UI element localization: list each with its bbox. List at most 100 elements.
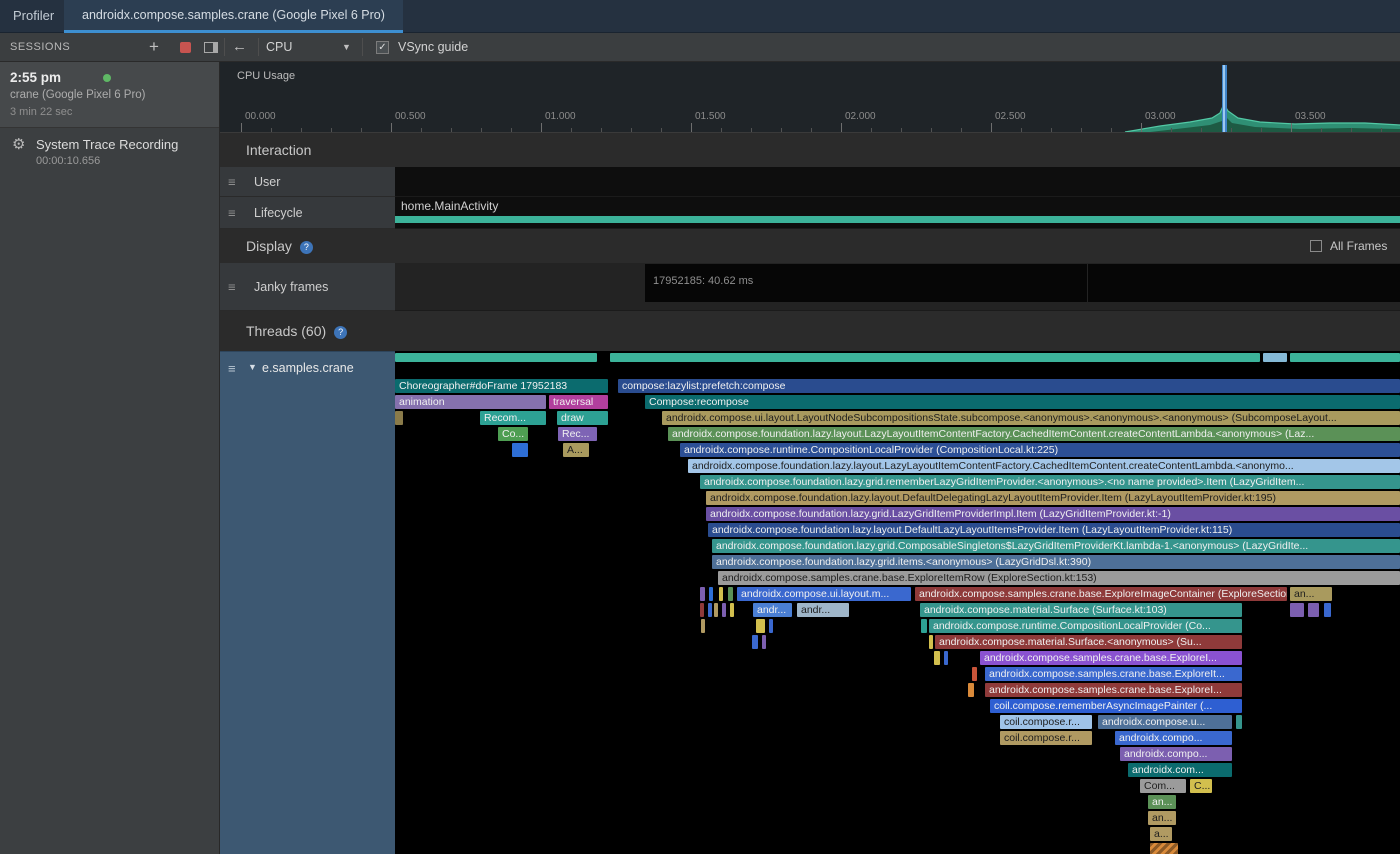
flame-span[interactable]: androidx.com... xyxy=(1128,763,1232,777)
flame-span[interactable]: androidx.compose.foundation.lazy.layout.… xyxy=(708,523,1400,537)
flame-span[interactable] xyxy=(752,635,758,649)
flame-span[interactable]: andr... xyxy=(753,603,792,617)
frame-bar[interactable] xyxy=(1088,264,1400,302)
flame-span[interactable] xyxy=(972,667,977,681)
flame-span[interactable] xyxy=(714,603,718,617)
flame-span[interactable]: an... xyxy=(1290,587,1332,601)
drag-handle-icon[interactable]: ≡ xyxy=(228,279,236,294)
flame-span[interactable] xyxy=(722,603,726,617)
flame-chart[interactable]: Choreographer#doFrame 17952183 compose:la… xyxy=(395,351,1400,854)
flame-span[interactable] xyxy=(395,353,597,362)
janky-frames-track[interactable]: 17952185: 40.62 ms xyxy=(395,263,1400,311)
drag-handle-icon[interactable]: ≡ xyxy=(228,174,236,189)
lifecycle-track-label[interactable]: ≡ Lifecycle xyxy=(220,197,395,229)
flame-span[interactable]: Compose:recompose xyxy=(645,395,1400,409)
lifecycle-track[interactable]: home.MainActivity xyxy=(395,197,1400,229)
flame-span[interactable]: Com... xyxy=(1140,779,1186,793)
flame-span[interactable] xyxy=(728,587,733,601)
stop-recording-icon[interactable] xyxy=(180,42,191,53)
flame-span[interactable]: androidx.compose.material.Surface (Surfa… xyxy=(920,603,1242,617)
flame-span[interactable]: androidx.compose.samples.crane.base.Expl… xyxy=(985,667,1242,681)
flame-span[interactable] xyxy=(1236,715,1242,729)
flame-span[interactable] xyxy=(944,651,948,665)
help-icon[interactable]: ? xyxy=(334,326,347,339)
flame-span[interactable]: coil.compose.r... xyxy=(1000,715,1092,729)
flame-span[interactable]: androidx.compose.foundation.lazy.grid.La… xyxy=(706,507,1400,521)
flame-span[interactable]: androidx.compose.runtime.CompositionLoca… xyxy=(680,443,1400,457)
janky-frames-track-label[interactable]: ≡ Janky frames xyxy=(220,263,395,311)
flame-span[interactable] xyxy=(1290,353,1400,362)
session-card[interactable]: 2:55 pm crane (Google Pixel 6 Pro) 3 min… xyxy=(0,62,219,128)
flame-span[interactable]: coil.compose.r... xyxy=(1000,731,1092,745)
flame-span[interactable] xyxy=(1150,843,1178,854)
add-session-icon[interactable]: + xyxy=(149,33,159,61)
cpu-usage-track[interactable]: CPU Usage 00.00000.50001.00001.50002.000… xyxy=(220,62,1400,133)
flame-span[interactable] xyxy=(769,619,773,633)
flame-span[interactable]: animation xyxy=(395,395,546,409)
flame-span[interactable]: an... xyxy=(1148,811,1176,825)
session-tab[interactable]: androidx.compose.samples.crane (Google P… xyxy=(64,0,403,33)
flame-span[interactable]: androidx.compose.foundation.lazy.grid.it… xyxy=(712,555,1400,569)
flame-span[interactable]: Choreographer#doFrame 17952183 xyxy=(395,379,608,393)
flame-span[interactable]: Recom... xyxy=(480,411,546,425)
flame-span[interactable] xyxy=(700,603,704,617)
flame-span[interactable] xyxy=(610,353,1260,362)
flame-span[interactable] xyxy=(1324,603,1331,617)
flame-span[interactable]: compose:lazylist:prefetch:compose xyxy=(618,379,1400,393)
flame-span[interactable]: androidx.compose.samples.crane.base.Expl… xyxy=(718,571,1400,585)
user-track-label[interactable]: ≡ User xyxy=(220,167,395,197)
flame-span[interactable]: androidx.compo... xyxy=(1120,747,1232,761)
flame-span[interactable] xyxy=(701,619,705,633)
drag-handle-icon[interactable]: ≡ xyxy=(228,361,236,376)
flame-span[interactable] xyxy=(1263,353,1287,362)
collapse-panel-icon[interactable] xyxy=(204,42,218,53)
user-track[interactable] xyxy=(395,167,1400,197)
flame-span[interactable] xyxy=(762,635,766,649)
flame-span[interactable] xyxy=(1290,603,1304,617)
flame-span[interactable]: draw xyxy=(557,411,608,425)
flame-span[interactable]: a... xyxy=(1150,827,1172,841)
flame-span[interactable] xyxy=(921,619,927,633)
flame-span[interactable]: androidx.compose.foundation.lazy.grid.Co… xyxy=(712,539,1400,553)
flame-span[interactable]: androidx.compose.u... xyxy=(1098,715,1232,729)
flame-span[interactable]: androidx.compose.ui.layout.LayoutNodeSub… xyxy=(662,411,1400,425)
flame-span[interactable] xyxy=(708,603,712,617)
flame-span[interactable]: androidx.compose.foundation.lazy.layout.… xyxy=(688,459,1400,473)
flame-span[interactable]: androidx.compose.material.Surface.<anony… xyxy=(935,635,1242,649)
thread-row-crane[interactable]: ≡ ▼ e.samples.crane xyxy=(220,351,395,854)
flame-span[interactable] xyxy=(730,603,734,617)
flame-span[interactable]: an... xyxy=(1148,795,1176,809)
section-threads[interactable]: Threads (60)? xyxy=(220,311,1400,351)
flame-span[interactable] xyxy=(1308,603,1319,617)
flame-span[interactable] xyxy=(719,587,723,601)
back-arrow-icon[interactable]: ← xyxy=(232,33,247,61)
flame-span[interactable]: androidx.compose.ui.layout.m... xyxy=(737,587,911,601)
flame-span[interactable]: androidx.compose.foundation.lazy.layout.… xyxy=(668,427,1400,441)
flame-span[interactable] xyxy=(700,587,705,601)
flame-span[interactable] xyxy=(709,587,713,601)
help-icon[interactable]: ? xyxy=(300,241,313,254)
chevron-down-icon[interactable]: ▼ xyxy=(342,33,351,61)
flame-span[interactable] xyxy=(395,411,403,425)
all-frames-checkbox[interactable] xyxy=(1310,240,1322,252)
recording-item[interactable]: System Trace Recording xyxy=(36,137,178,152)
flame-span[interactable]: andr... xyxy=(797,603,849,617)
flame-span[interactable]: androidx.compo... xyxy=(1115,731,1232,745)
flame-span[interactable]: C... xyxy=(1190,779,1212,793)
flame-span[interactable]: coil.compose.rememberAsyncImagePainter (… xyxy=(990,699,1242,713)
flame-span[interactable]: androidx.compose.foundation.lazy.grid.re… xyxy=(700,475,1400,489)
flame-span[interactable]: androidx.compose.runtime.CompositionLoca… xyxy=(929,619,1242,633)
flame-span[interactable] xyxy=(929,635,933,649)
flame-span[interactable]: traversal xyxy=(549,395,608,409)
flame-span[interactable] xyxy=(756,619,765,633)
frame-bar[interactable]: 17952185: 40.62 ms xyxy=(645,264,1087,302)
flame-span[interactable]: androidx.compose.samples.crane.base.Expl… xyxy=(980,651,1242,665)
flame-span[interactable]: Co... xyxy=(498,427,528,441)
flame-span[interactable] xyxy=(512,443,528,457)
flame-span[interactable] xyxy=(968,683,974,697)
cpu-dropdown[interactable]: CPU xyxy=(266,33,292,61)
flame-span[interactable]: A... xyxy=(563,443,589,457)
flame-span[interactable]: androidx.compose.foundation.lazy.layout.… xyxy=(706,491,1400,505)
lifecycle-activity-bar[interactable] xyxy=(395,216,1400,223)
flame-span[interactable]: androidx.compose.samples.crane.base.Expl… xyxy=(915,587,1287,601)
